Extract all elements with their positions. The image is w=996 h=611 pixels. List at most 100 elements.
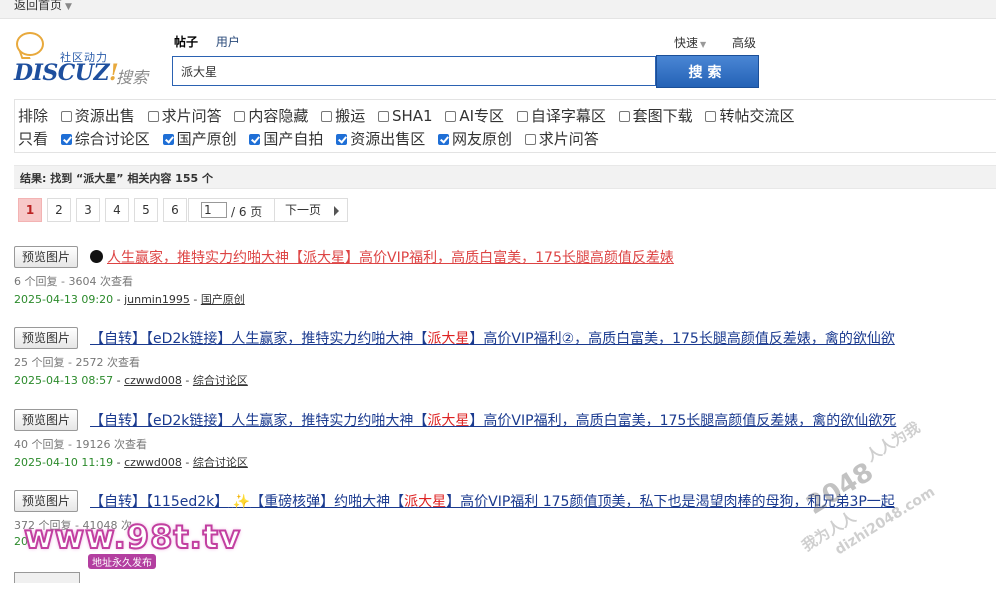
title-text: 】高价VIP福利②，高质白富美，175长腿高颜值反差婊，禽的欲仙欲 xyxy=(469,331,895,347)
exclude-filter-row: 排除 资源出售 求片问答 内容隐藏 搬运 SHA1 AI专区 自译字幕区 套图下… xyxy=(18,105,802,126)
title-text: 】高价VIP福利，高质白富美，175长腿高颜值反差婊，禽的欲仙欲死 xyxy=(469,413,897,429)
checkbox-checked[interactable] xyxy=(60,134,72,145)
quick-search-dropdown[interactable]: 快速 ▼ xyxy=(674,34,706,51)
title-text: 人生赢家，推特实力约啪大神【 xyxy=(107,250,303,266)
only-label: 只看 xyxy=(18,130,49,148)
exclude-option[interactable]: 自译字幕区 xyxy=(516,107,606,125)
chevron-down-icon: ▼ xyxy=(700,40,707,49)
checkbox[interactable] xyxy=(147,111,159,122)
only-option[interactable]: 国产自拍 xyxy=(249,130,323,148)
result-title-link[interactable]: 【自转】【eD2k链接】人生赢家，推特实力约啪大神【派大星】高价VIP福利，高质… xyxy=(90,410,896,430)
title-highlight: 派大星 xyxy=(303,250,345,266)
tab-posts[interactable]: 帖子 xyxy=(174,35,198,49)
tab-users[interactable]: 用户 xyxy=(216,35,240,49)
page-jump-input[interactable]: 1 xyxy=(201,202,227,218)
forum-link[interactable]: 国产原创 xyxy=(201,293,245,306)
option-label: 综合讨论区 xyxy=(74,130,150,148)
result-title-link[interactable]: 【自转】【eD2k链接】人生赢家，推特实力约啪大神【派大星】高价VIP福利②，高… xyxy=(90,328,895,348)
advanced-search-link[interactable]: 高级 xyxy=(732,34,756,51)
page-2[interactable]: 2 xyxy=(47,198,71,222)
checkbox[interactable] xyxy=(445,111,457,122)
separator: - xyxy=(189,293,201,306)
checkbox[interactable] xyxy=(524,134,536,145)
checkbox-checked[interactable] xyxy=(249,134,261,145)
forum-filters: 排除 资源出售 求片问答 内容隐藏 搬运 SHA1 AI专区 自译字幕区 套图下… xyxy=(14,99,996,153)
author-link[interactable]: czwwd008 xyxy=(124,374,182,387)
sparkles-icon: ✨ xyxy=(232,494,251,510)
author-link[interactable]: junmin1995 xyxy=(124,293,190,306)
exclude-option[interactable]: 内容隐藏 xyxy=(234,107,308,125)
preview-image-button[interactable]: 预览图片 xyxy=(14,246,78,268)
exclude-option[interactable]: 套图下载 xyxy=(618,107,693,125)
preview-image-button-partial[interactable] xyxy=(14,572,80,583)
result-info: 2025-04-13 08:57 - czwwd008 - 综合讨论区 xyxy=(14,372,248,388)
only-filter-row: 只看 综合讨论区 国产原创 国产自拍 资源出售区 网友原创 求片问答 xyxy=(18,128,607,149)
result-stats: 40 个回复 - 19126 次查看 xyxy=(14,438,147,451)
top-bar: 返回首页 ▼ xyxy=(0,0,996,19)
checkbox-checked[interactable] xyxy=(437,134,449,145)
exclude-option[interactable]: 搬运 xyxy=(321,107,365,125)
author-link[interactable]: czwwd008 xyxy=(124,456,182,469)
discuz-logo[interactable]: 社区动力 DISCUZ! 搜索 xyxy=(14,32,164,90)
result-stats: 25 个回复 - 2572 次查看 xyxy=(14,356,140,369)
result-stats: 6 个回复 - 3604 次查看 xyxy=(14,275,133,288)
checkbox[interactable] xyxy=(377,111,389,122)
page-1[interactable]: 1 xyxy=(18,198,42,222)
option-label: 资源出售 xyxy=(74,107,135,125)
preview-image-button[interactable]: 预览图片 xyxy=(14,490,78,512)
option-label: 套图下载 xyxy=(632,107,693,125)
search-input[interactable] xyxy=(172,56,656,86)
exclude-option[interactable]: SHA1 xyxy=(377,107,433,125)
option-label: 自译字幕区 xyxy=(530,107,606,125)
page-6[interactable]: 6 xyxy=(163,198,187,222)
checkbox[interactable] xyxy=(705,111,717,122)
result-info: 2025-04-13 09:20 - junmin1995 - 国产原创 xyxy=(14,291,245,307)
title-text: 【重磅核弹】约啪大神【 xyxy=(250,494,405,510)
option-label: SHA1 xyxy=(391,107,433,125)
checkbox[interactable] xyxy=(516,111,528,122)
only-option[interactable]: 国产原创 xyxy=(162,130,237,148)
forum-link[interactable]: 综合讨论区 xyxy=(193,456,248,469)
forum-link[interactable]: 综合讨论区 xyxy=(193,374,248,387)
separator: - xyxy=(181,374,193,387)
option-label: 转帖交流区 xyxy=(719,107,795,125)
option-label: 搬运 xyxy=(335,107,366,125)
checkbox-checked[interactable] xyxy=(336,134,348,145)
option-label: 求片问答 xyxy=(538,130,599,148)
result-title-link[interactable]: 人生赢家，推特实力约啪大神【派大星】高价VIP福利，高质白富美，175长腿高颜值… xyxy=(90,247,674,267)
exclude-option[interactable]: 求片问答 xyxy=(147,107,222,125)
option-label: AI专区 xyxy=(459,107,505,125)
checkbox[interactable] xyxy=(618,111,630,122)
title-text: 【自转】【eD2k链接】人生赢家，推特实力约啪大神【 xyxy=(90,413,428,429)
checkbox[interactable] xyxy=(321,111,333,122)
exclude-label: 排除 xyxy=(18,107,49,125)
preview-image-button[interactable]: 预览图片 xyxy=(14,327,78,349)
preview-image-button[interactable]: 预览图片 xyxy=(14,409,78,431)
exclude-option[interactable]: 资源出售 xyxy=(60,107,135,125)
option-label: 国产自拍 xyxy=(263,130,324,148)
back-home-link[interactable]: 返回首页 ▼ xyxy=(14,0,72,13)
checkbox-checked[interactable] xyxy=(162,134,174,145)
page-4[interactable]: 4 xyxy=(105,198,129,222)
logo-brand-text: DISCUZ xyxy=(14,60,110,86)
title-highlight: 派大星 xyxy=(427,331,470,347)
result-title-link[interactable]: 【自转】【115ed2k】 ✨【重磅核弹】约啪大神【派大星】高价VIP福利 17… xyxy=(90,491,895,511)
search-result: 预览图片 人生赢家，推特实力约啪大神【派大星】高价VIP福利，高质白富美，175… xyxy=(14,246,996,316)
page-5[interactable]: 5 xyxy=(134,198,158,222)
black-circle-icon xyxy=(90,250,103,263)
only-option[interactable]: 求片问答 xyxy=(524,130,599,148)
page-3[interactable]: 3 xyxy=(76,198,100,222)
result-summary: 结果: 找到 “派大星” 相关内容 155 个 xyxy=(14,165,996,189)
only-option[interactable]: 资源出售区 xyxy=(336,130,425,148)
logo-search-label: 搜索 xyxy=(116,68,149,87)
exclude-option[interactable]: AI专区 xyxy=(445,107,504,125)
next-page-button[interactable]: 下一页 xyxy=(274,198,348,222)
only-option[interactable]: 综合讨论区 xyxy=(60,130,150,148)
checkbox[interactable] xyxy=(234,111,246,122)
checkbox[interactable] xyxy=(60,111,72,122)
result-info: 2025-04-10 11:19 - czwwd008 - 综合讨论区 xyxy=(14,454,248,470)
search-button[interactable]: 搜索 xyxy=(656,55,759,88)
exclude-option[interactable]: 转帖交流区 xyxy=(705,107,794,125)
only-option[interactable]: 网友原创 xyxy=(437,130,512,148)
option-label: 内容隐藏 xyxy=(248,107,309,125)
